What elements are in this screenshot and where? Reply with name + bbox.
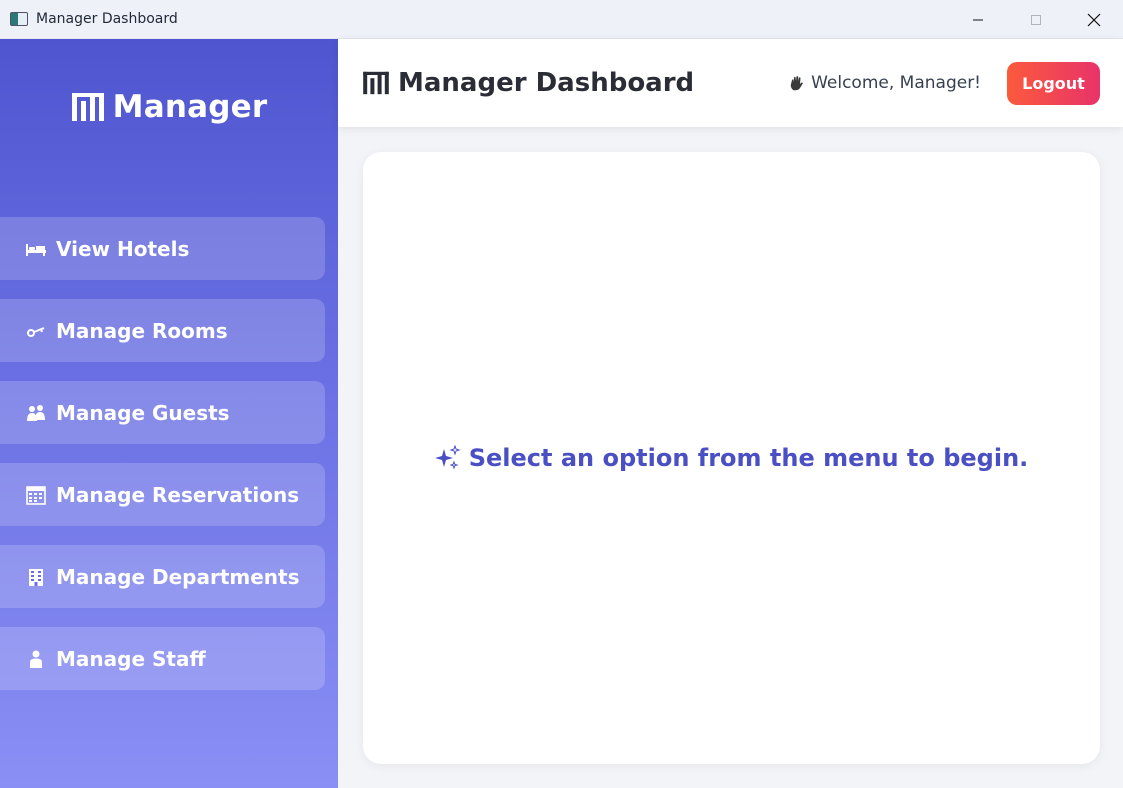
empty-state-message: Select an option from the menu to begin. bbox=[434, 444, 1029, 472]
waving-hand-icon bbox=[790, 76, 803, 91]
sidebar: Manager View Hotels Manage Rooms Manage … bbox=[0, 39, 338, 788]
person-icon bbox=[24, 650, 48, 668]
key-icon bbox=[24, 325, 48, 337]
bed-icon bbox=[24, 242, 48, 256]
page-title-group: Manager Dashboard bbox=[362, 68, 694, 98]
logout-button[interactable]: Logout bbox=[1007, 62, 1100, 105]
sidebar-item-manage-guests[interactable]: Manage Guests bbox=[0, 381, 325, 444]
sidebar-item-manage-departments[interactable]: Manage Departments bbox=[0, 545, 325, 608]
office-building-icon bbox=[24, 568, 48, 586]
brand-title: Manager bbox=[112, 89, 268, 125]
sidebar-item-label: Manage Departments bbox=[56, 564, 300, 589]
bar-chart-icon bbox=[363, 71, 389, 95]
sidebar-item-label: Manage Staff bbox=[56, 646, 206, 671]
sparkles-icon bbox=[434, 445, 461, 470]
empty-state-text: Select an option from the menu to begin. bbox=[468, 444, 1029, 472]
window-title-bar: Manager Dashboard bbox=[0, 0, 1123, 39]
sidebar-brand: Manager bbox=[0, 89, 338, 125]
sidebar-item-manage-reservations[interactable]: Manage Reservations bbox=[0, 463, 325, 526]
window-title: Manager Dashboard bbox=[36, 11, 178, 27]
sidebar-item-manage-rooms[interactable]: Manage Rooms bbox=[0, 299, 325, 362]
main-content-card: Select an option from the menu to begin. bbox=[363, 152, 1100, 764]
maximize-icon bbox=[1031, 14, 1041, 25]
bar-chart-icon bbox=[71, 93, 104, 121]
page-title: Manager Dashboard bbox=[398, 68, 695, 98]
sidebar-item-label: Manage Reservations bbox=[56, 482, 300, 507]
minimize-icon bbox=[973, 19, 983, 20]
welcome-message: Welcome, Manager! bbox=[789, 73, 981, 93]
window-controls bbox=[949, 0, 1123, 39]
sidebar-item-label: View Hotels bbox=[56, 236, 190, 261]
sidebar-item-label: Manage Guests bbox=[56, 400, 230, 425]
top-header: Manager Dashboard Welcome, Manager! Logo… bbox=[338, 39, 1123, 127]
app-window-icon bbox=[10, 12, 28, 26]
calendar-icon bbox=[24, 485, 48, 505]
welcome-text: Welcome, Manager! bbox=[811, 73, 981, 93]
sidebar-item-view-hotels[interactable]: View Hotels bbox=[0, 217, 325, 280]
minimize-button[interactable] bbox=[949, 0, 1007, 39]
sidebar-item-manage-staff[interactable]: Manage Staff bbox=[0, 627, 325, 690]
sidebar-item-label: Manage Rooms bbox=[56, 318, 228, 343]
close-button[interactable] bbox=[1065, 0, 1123, 39]
people-icon bbox=[24, 404, 48, 422]
maximize-button[interactable] bbox=[1007, 0, 1065, 39]
close-icon bbox=[1087, 13, 1101, 26]
